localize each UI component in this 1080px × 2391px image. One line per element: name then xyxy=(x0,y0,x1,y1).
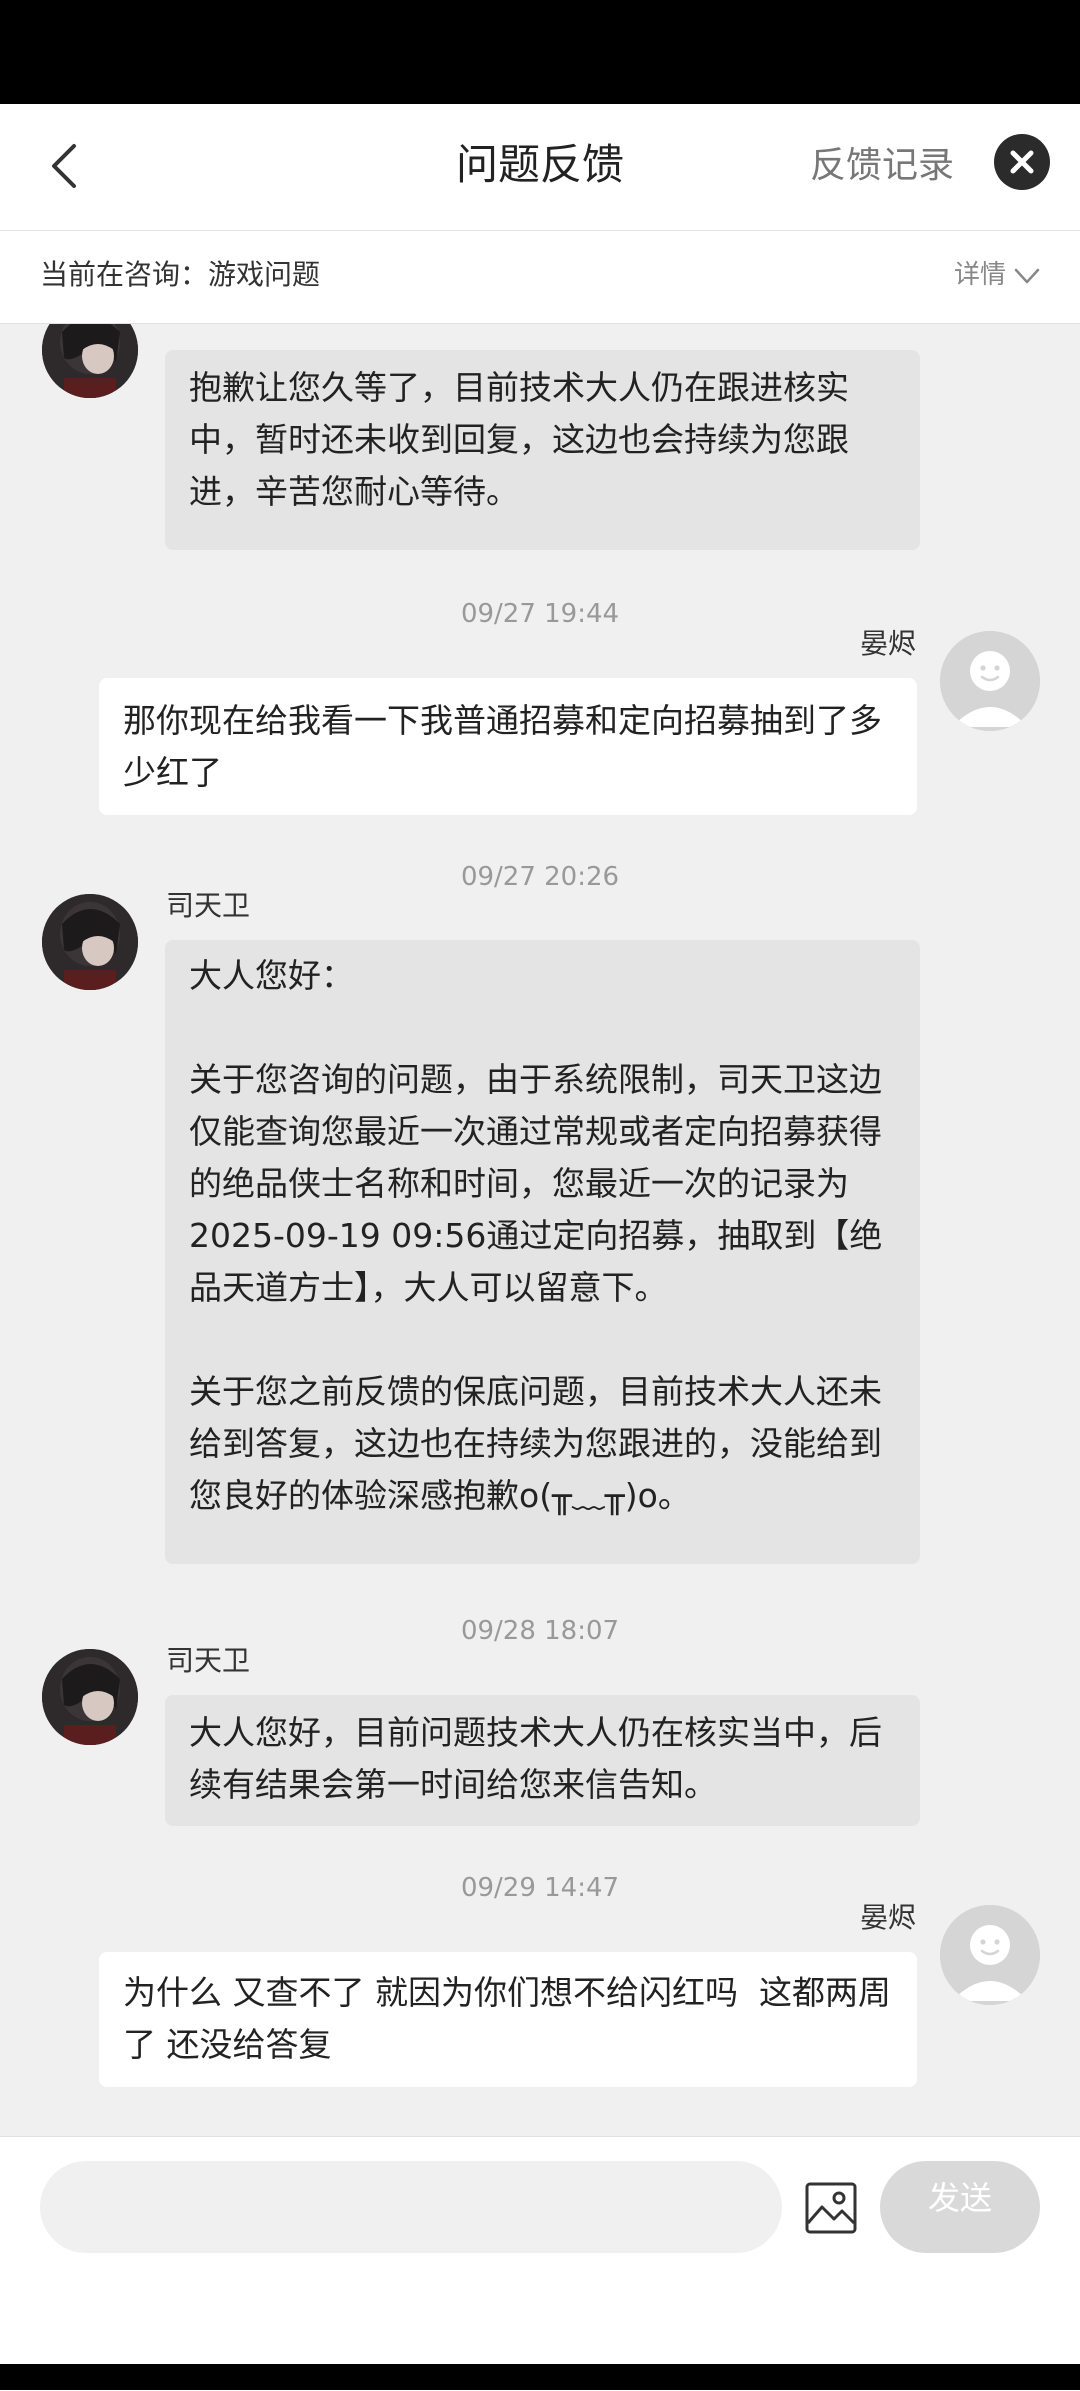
close-button[interactable] xyxy=(994,134,1050,190)
detail-label: 详情 xyxy=(953,260,1006,290)
consult-label: 当前在咨询：游戏问题 xyxy=(40,258,321,291)
send-button[interactable]: 发送 xyxy=(880,2161,1040,2253)
header: 问题反馈 反馈记录 xyxy=(0,104,1080,231)
agent-message-bubble: 大人您好，目前问题技术大人仍在核实当中，后续有结果会第一时间给您来信告知。 xyxy=(165,1695,920,1826)
agent-name: 司天卫 xyxy=(166,1644,251,1677)
consult-bar: 当前在咨询：游戏问题 详情 xyxy=(0,231,1080,324)
user-name: 晏烬 xyxy=(859,627,916,660)
user-message-bubble: 那你现在给我看一下我普通招募和定向招募抽到了多少红了 xyxy=(99,678,917,815)
user-avatar xyxy=(940,631,1040,731)
message-timestamp: 09/29 14:47 xyxy=(460,1873,620,1903)
message-input[interactable] xyxy=(40,2161,782,2253)
agent-message-bubble: 抱歉让您久等了，目前技术大人仍在跟进核实中，暂时还未收到回复，这边也会持续为您跟… xyxy=(165,350,920,550)
user-name: 晏烬 xyxy=(859,1901,916,1934)
feedback-records-link[interactable]: 反馈记录 xyxy=(810,140,954,192)
agent-avatar xyxy=(42,1649,138,1745)
user-message-bubble: 为什么 又查不了 就因为你们想不给闪红吗 这都两周了 还没给答复 xyxy=(99,1952,917,2087)
agent-name: 司天卫 xyxy=(166,889,251,922)
bottom-strip xyxy=(0,2364,1080,2390)
agent-message-bubble: 大人您好： 关于您咨询的问题，由于系统限制，司天卫这边仅能查询您最近一次通过常规… xyxy=(165,940,920,1564)
user-avatar xyxy=(940,1905,1040,2005)
agent-name: 司天卫 xyxy=(166,324,250,330)
message-timestamp: 09/27 19:44 xyxy=(460,599,620,629)
input-bar: 发送 xyxy=(0,2136,1080,2391)
agent-avatar xyxy=(42,894,138,990)
status-bar xyxy=(0,0,1080,104)
message-timestamp: 09/28 18:07 xyxy=(460,1616,620,1646)
message-timestamp: 09/27 20:26 xyxy=(460,862,620,892)
image-icon[interactable] xyxy=(804,2181,858,2235)
default-avatar-icon xyxy=(940,1905,1040,2005)
agent-avatar xyxy=(42,324,138,398)
detail-toggle[interactable]: 详情 xyxy=(954,255,1040,295)
chevron-down-icon xyxy=(1014,268,1040,283)
close-icon xyxy=(1010,150,1034,174)
chat-list[interactable]: 司天卫 抱歉让您久等了，目前技术大人仍在跟进核实中，暂时还未收到回复，这边也会持… xyxy=(0,324,1080,2136)
default-avatar-icon xyxy=(940,631,1040,731)
